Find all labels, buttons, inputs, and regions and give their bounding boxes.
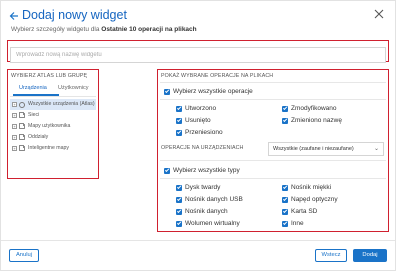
- device-operations-label: OPERACJE NA URZĄDZENIACH: [161, 145, 244, 151]
- checkbox-checked-icon: [282, 105, 288, 112]
- checkbox-label: Usunięto: [185, 117, 211, 124]
- checkbox-checked-icon: [164, 88, 170, 95]
- operations-label: POKAŻ WYBRANE OPERACJE NA PLIKACH: [161, 73, 274, 79]
- checkbox-checked-icon: [282, 117, 288, 124]
- type-sd-card-checkbox[interactable]: Karta SD: [282, 207, 317, 216]
- dropdown-value: Wszystkie (zaufane i niezaufane): [273, 146, 354, 152]
- divider: [160, 82, 386, 83]
- divider: [160, 99, 386, 100]
- dialog-title: Dodaj nowy widget: [22, 8, 127, 22]
- checkbox-checked-icon: [176, 208, 182, 215]
- device-trust-dropdown[interactable]: Wszystkie (zaufane i niezaufane) ⌄: [268, 142, 384, 156]
- widget-name-input[interactable]: [10, 47, 386, 63]
- footer-divider: [1, 240, 395, 241]
- checkbox-checked-icon: [176, 129, 182, 136]
- widget-name-section: [7, 40, 389, 63]
- checkbox-checked-icon: [176, 105, 182, 112]
- dialog-subtitle: Wybierz szczegóły widgetu dla Ostatnie 1…: [11, 26, 197, 33]
- checkbox-label: Karta SD: [291, 208, 318, 215]
- folder-icon: [19, 123, 25, 129]
- expand-icon[interactable]: +: [12, 113, 17, 118]
- tree-item-label: Oddziały: [28, 134, 49, 140]
- back-button[interactable]: Wstecz: [315, 249, 347, 262]
- select-all-types-checkbox[interactable]: Wybierz wszystkie typy: [164, 166, 240, 175]
- checkbox-label: Inne: [291, 220, 304, 227]
- tab-devices[interactable]: Urządzenia: [19, 85, 47, 91]
- folder-icon: [19, 134, 25, 140]
- checkbox-label: Wybierz wszystkie operacje: [173, 88, 253, 95]
- type-other-checkbox[interactable]: Inne: [282, 219, 304, 228]
- type-floppy-checkbox[interactable]: Nośnik miękki: [282, 183, 331, 192]
- operation-moved-checkbox[interactable]: Przeniesiono: [176, 128, 223, 137]
- checkbox-label: Wybierz wszystkie typy: [173, 167, 240, 174]
- checkbox-checked-icon: [282, 184, 288, 191]
- chevron-down-icon: ⌄: [373, 146, 379, 152]
- folder-icon: [19, 112, 25, 118]
- type-storage-checkbox[interactable]: Nośnik danych: [176, 207, 228, 216]
- tree-item-label: Sieci: [28, 112, 40, 118]
- divider: [160, 160, 386, 161]
- atlas-group-label: WYBIERZ ATLAS LUB GRUPĘ: [11, 73, 88, 79]
- divider: [160, 178, 386, 179]
- expand-icon[interactable]: +: [12, 146, 17, 151]
- file-operations-panel: POKAŻ WYBRANE OPERACJE NA PLIKACH Wybier…: [157, 69, 389, 232]
- tree-item-label: Wszystkie urządzenia (Atlas): [28, 101, 95, 107]
- checkbox-label: Dysk twardy: [185, 184, 221, 191]
- checkbox-checked-icon: [176, 220, 182, 227]
- subtitle-prefix: Wybierz szczegóły widgetu dla: [11, 26, 100, 33]
- checkbox-label: Nośnik danych: [185, 208, 228, 215]
- checkbox-label: Nośnik miękki: [291, 184, 332, 191]
- folder-icon: [19, 145, 25, 151]
- tree-item-user-maps[interactable]: + Mapy użytkownika: [10, 121, 96, 132]
- tree-item-label: Inteligentne mapy: [28, 145, 69, 151]
- expand-icon[interactable]: +: [12, 124, 17, 129]
- tree-item-smart-maps[interactable]: + Inteligentne mapy: [10, 143, 96, 154]
- close-icon[interactable]: [373, 7, 385, 19]
- add-widget-dialog: Dodaj nowy widget Wybierz szczegóły widg…: [0, 0, 396, 271]
- checkbox-label: Zmodyfikowano: [291, 105, 337, 112]
- checkbox-checked-icon: [282, 220, 288, 227]
- tree-item-networks[interactable]: + Sieci: [10, 110, 96, 121]
- checkbox-label: Napęd optyczny: [291, 196, 338, 203]
- select-all-operations-checkbox[interactable]: Wybierz wszystkie operacje: [164, 87, 253, 96]
- type-virtual-volume-checkbox[interactable]: Wolumen wirtualny: [176, 219, 240, 228]
- operation-deleted-checkbox[interactable]: Usunięto: [176, 116, 211, 125]
- checkbox-checked-icon: [282, 196, 288, 203]
- checkbox-checked-icon: [282, 208, 288, 215]
- tab-users[interactable]: Użytkownicy: [58, 85, 89, 91]
- operation-renamed-checkbox[interactable]: Zmieniono nazwę: [282, 116, 342, 125]
- type-usb-checkbox[interactable]: Nośnik danych USB: [176, 195, 243, 204]
- atlas-group-panel: WYBIERZ ATLAS LUB GRUPĘ Urządzenia Użytk…: [7, 69, 99, 179]
- back-arrow-icon[interactable]: [9, 10, 19, 22]
- checkbox-label: Przeniesiono: [185, 129, 223, 136]
- checkbox-label: Zmieniono nazwę: [291, 117, 342, 124]
- add-button[interactable]: Dodaj: [353, 249, 387, 262]
- checkbox-checked-icon: [164, 167, 170, 174]
- tree-item-label: Mapy użytkownika: [28, 123, 71, 129]
- tree-item-branches[interactable]: + Oddziały: [10, 132, 96, 143]
- checkbox-label: Utworzono: [185, 105, 217, 112]
- tab-divider: [10, 95, 96, 97]
- operation-modified-checkbox[interactable]: Zmodyfikowano: [282, 104, 337, 113]
- atlas-tree: + Wszystkie urządzenia (Atlas) + Sieci +…: [10, 99, 96, 154]
- active-tab-indicator: [13, 94, 59, 96]
- checkbox-checked-icon: [176, 196, 182, 203]
- checkbox-checked-icon: [176, 184, 182, 191]
- globe-icon: [19, 101, 25, 108]
- expand-icon[interactable]: +: [12, 135, 17, 140]
- checkbox-label: Wolumen wirtualny: [185, 220, 240, 227]
- type-hard-disk-checkbox[interactable]: Dysk twardy: [176, 183, 220, 192]
- tree-item-all-devices[interactable]: + Wszystkie urządzenia (Atlas): [10, 99, 96, 110]
- operation-created-checkbox[interactable]: Utworzono: [176, 104, 216, 113]
- expand-icon[interactable]: +: [12, 102, 17, 107]
- cancel-button[interactable]: Anuluj: [9, 249, 39, 262]
- type-optical-checkbox[interactable]: Napęd optyczny: [282, 195, 338, 204]
- checkbox-label: Nośnik danych USB: [185, 196, 243, 203]
- subtitle-widget-name: Ostatnie 10 operacji na plikach: [101, 26, 197, 33]
- checkbox-checked-icon: [176, 117, 182, 124]
